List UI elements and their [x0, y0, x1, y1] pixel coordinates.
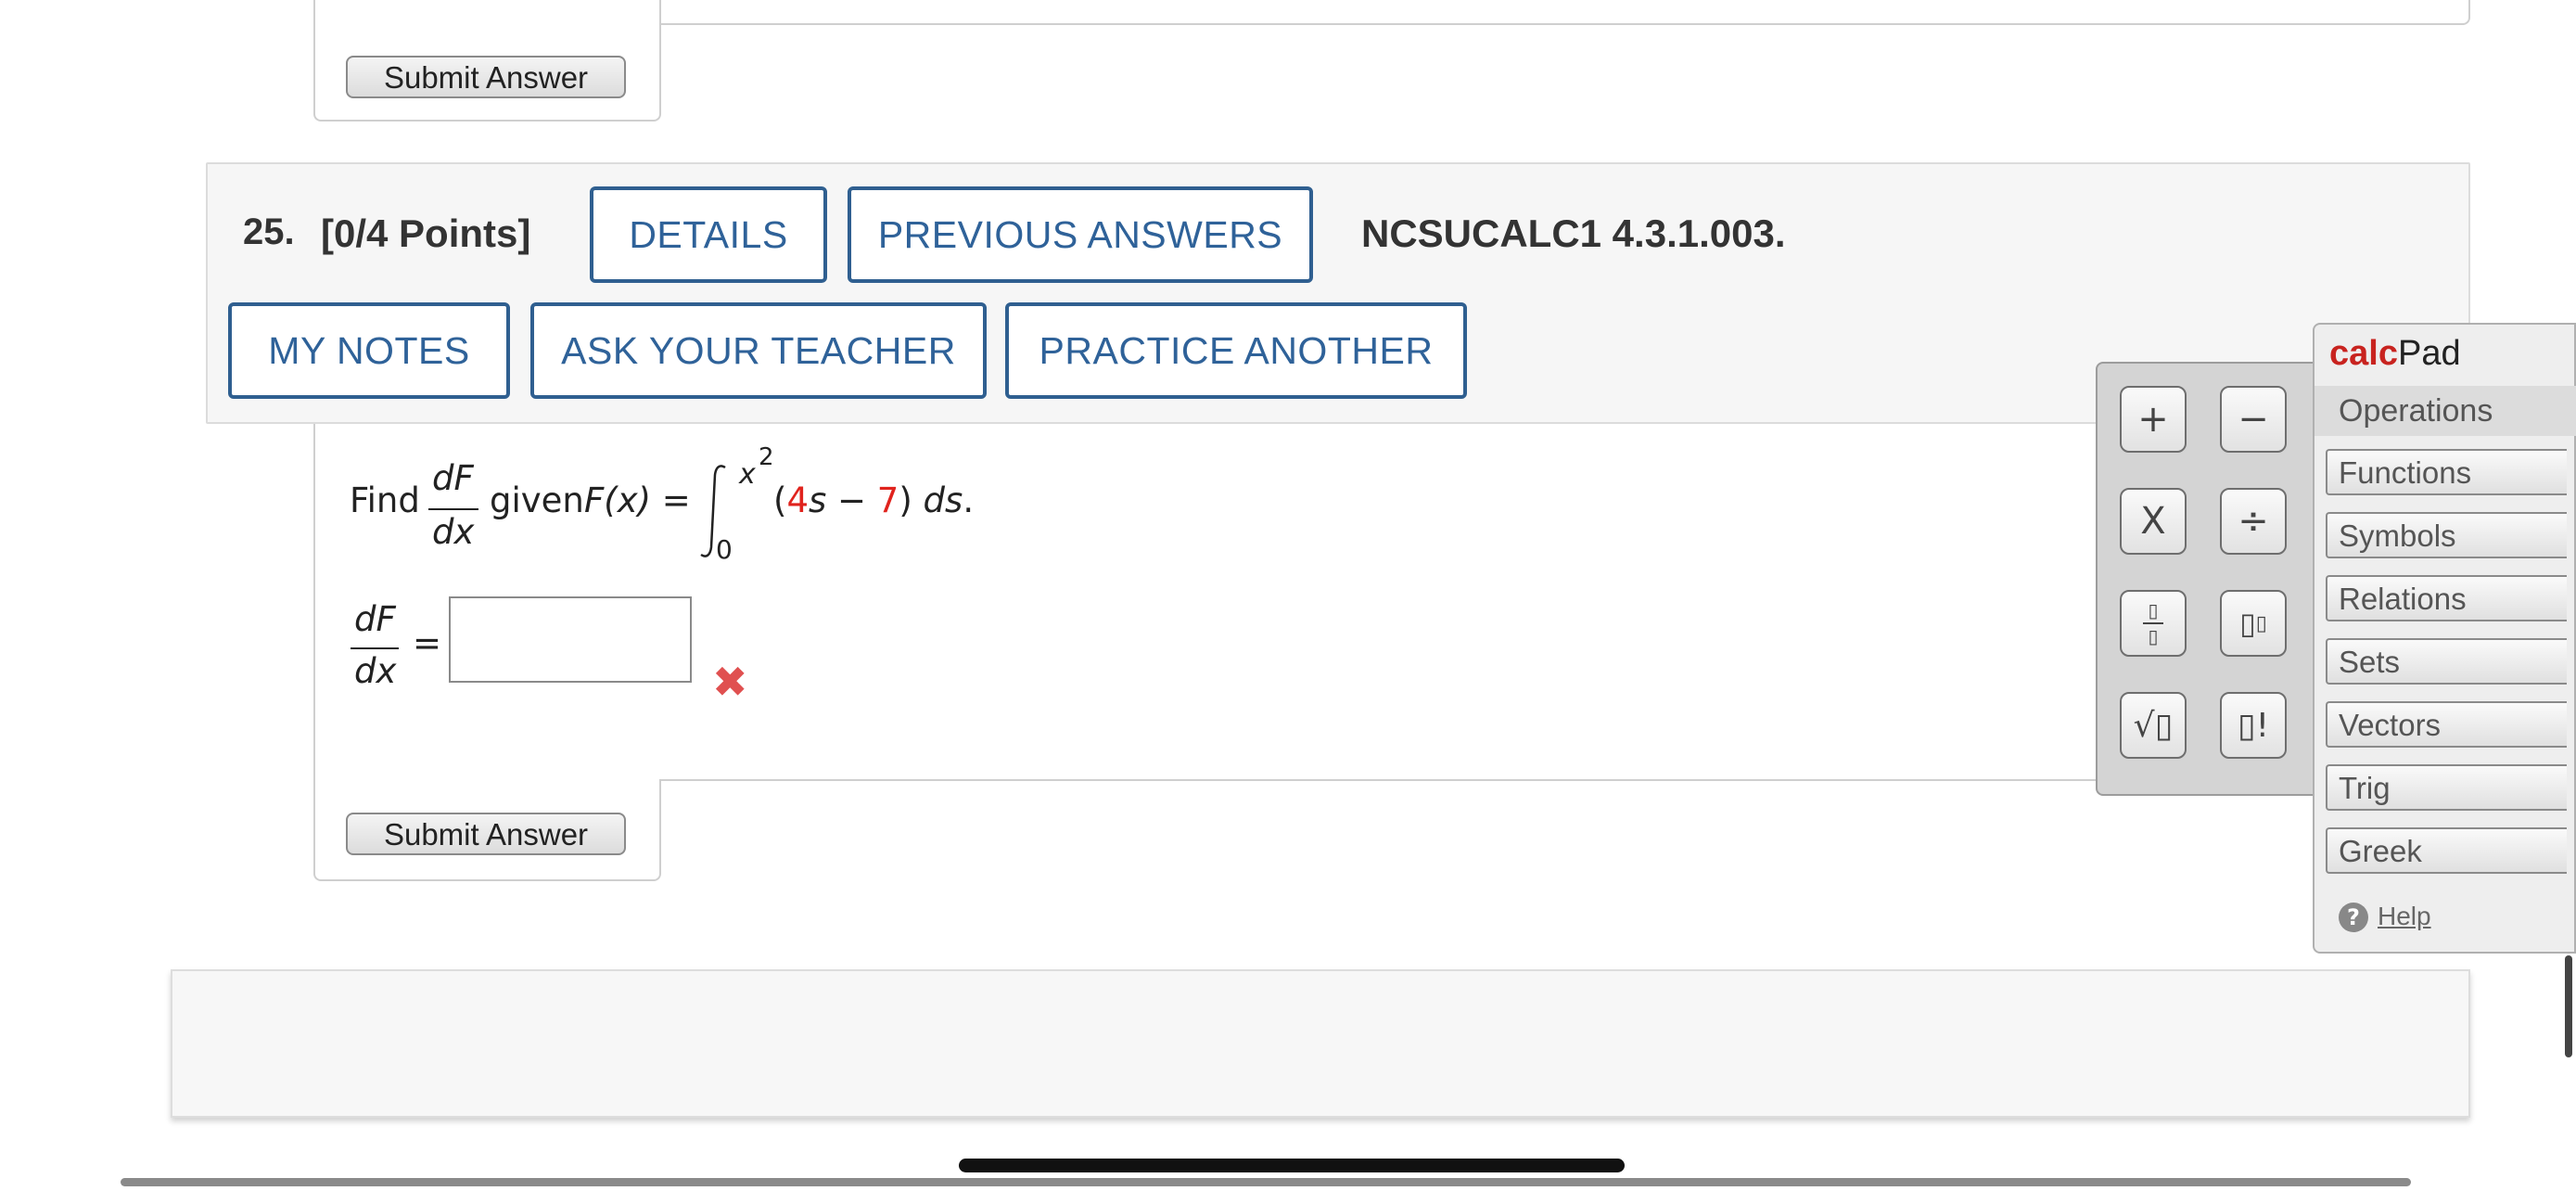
previous-answers-button[interactable]: PREVIOUS ANSWERS: [848, 186, 1313, 283]
next-question-panel: [171, 969, 2470, 1118]
calcpad-help-link[interactable]: Help: [2378, 902, 2431, 931]
calcpad-fraction-key[interactable]: ▯ ▯: [2120, 590, 2187, 657]
answer-lhs-dF: dF: [354, 599, 396, 639]
calcpad-item-relations[interactable]: Relations: [2326, 575, 2567, 621]
question-code: NCSUCALC1 4.3.1.003.: [1361, 211, 1786, 255]
question-number: 25.: [243, 211, 295, 252]
integrand: (4s − 7) ds.: [773, 480, 975, 520]
practice-another-button[interactable]: PRACTICE ANOTHER: [1005, 302, 1467, 399]
integral-upper-exponent: 2: [759, 443, 774, 471]
calcpad-item-vectors[interactable]: Vectors: [2326, 701, 2567, 748]
calcpad-tab-operations[interactable]: Operations: [2315, 386, 2576, 436]
calcpad-factorial-key[interactable]: ▯!: [2220, 692, 2287, 759]
prompt-find: Find: [350, 480, 420, 520]
calcpad-item-trig[interactable]: Trig: [2326, 764, 2567, 811]
integral-lower-limit: 0: [716, 534, 733, 565]
question-points: [0/4 Points]: [321, 211, 531, 255]
help-icon[interactable]: ?: [2339, 903, 2368, 932]
horizontal-scrollbar[interactable]: [121, 1178, 2411, 1186]
prev-question-border: [659, 0, 2470, 25]
calcpad-item-greek[interactable]: Greek: [2326, 827, 2567, 874]
calcpad-item-symbols[interactable]: Symbols: [2326, 512, 2567, 558]
calcpad-divide-key[interactable]: ÷: [2220, 488, 2287, 555]
question-body-border: [313, 424, 315, 781]
calcpad-sqrt-key[interactable]: √▯: [2120, 692, 2187, 759]
calcpad-times-key[interactable]: X: [2120, 488, 2187, 555]
answer-input[interactable]: [449, 596, 692, 683]
submit-answer-button[interactable]: Submit Answer: [346, 813, 626, 855]
calcpad-exponent-key[interactable]: ▯ ▯: [2220, 590, 2287, 657]
answer-lhs-dx: dx: [354, 651, 397, 691]
answer-equals: =: [413, 623, 442, 663]
incorrect-x-icon: ✖: [712, 657, 748, 707]
integral-upper-limit: x: [739, 458, 756, 491]
prompt-dF: dF: [432, 458, 474, 498]
vertical-scrollbar[interactable]: [2565, 955, 2572, 1057]
calcpad-item-functions[interactable]: Functions: [2326, 449, 2567, 495]
my-notes-button[interactable]: MY NOTES: [228, 302, 510, 399]
prev-submit-answer-button[interactable]: Submit Answer: [346, 56, 626, 98]
home-indicator: [959, 1159, 1625, 1172]
calcpad-title: calcPad: [2329, 334, 2461, 373]
prompt-given: given: [490, 480, 584, 520]
calcpad-item-sets[interactable]: Sets: [2326, 638, 2567, 685]
ask-your-teacher-button[interactable]: ASK YOUR TEACHER: [530, 302, 987, 399]
prompt-dx: dx: [432, 512, 475, 552]
answer-fraction-bar: [351, 647, 399, 649]
prompt-Fx: F(x) =: [584, 480, 691, 520]
details-button[interactable]: DETAILS: [590, 186, 827, 283]
calcpad-minus-key[interactable]: −: [2220, 386, 2287, 453]
prompt-fraction-bar: [428, 508, 478, 510]
calcpad-plus-key[interactable]: +: [2120, 386, 2187, 453]
